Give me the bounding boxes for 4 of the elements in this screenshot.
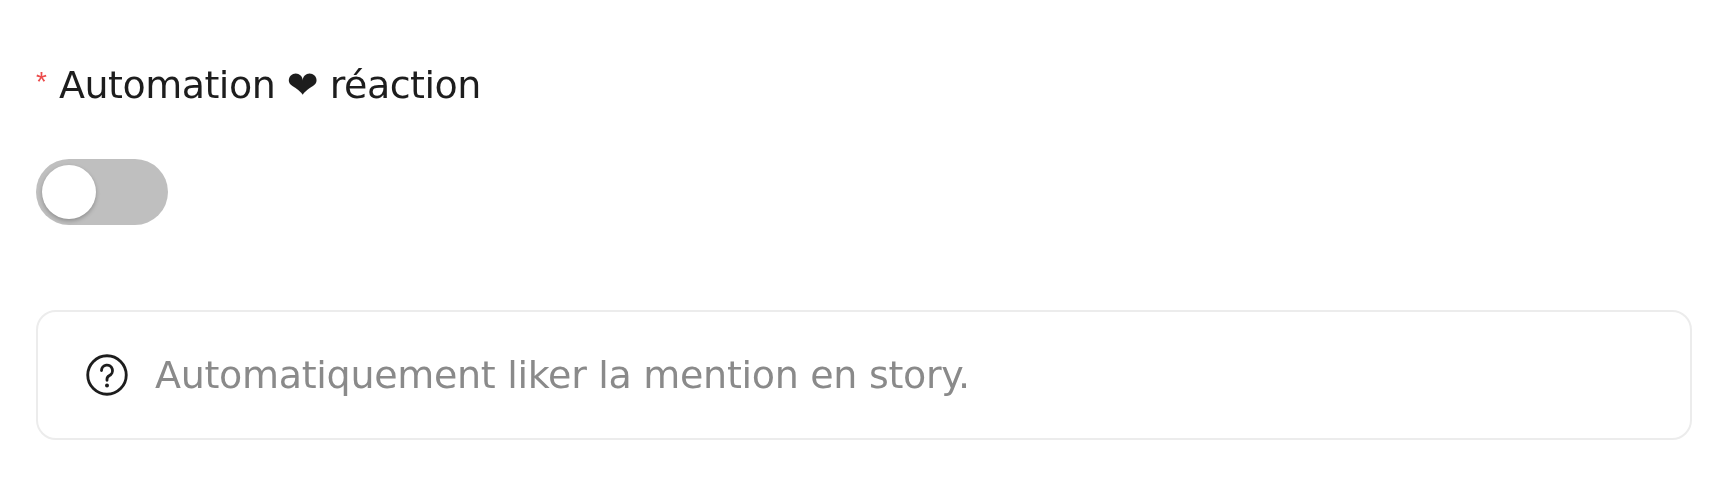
field-label: Automation ❤ réaction — [58, 63, 481, 107]
hint-text: Automatiquement liker la mention en story. — [155, 353, 970, 397]
required-mark: * — [36, 66, 47, 98]
help-icon — [85, 353, 129, 397]
